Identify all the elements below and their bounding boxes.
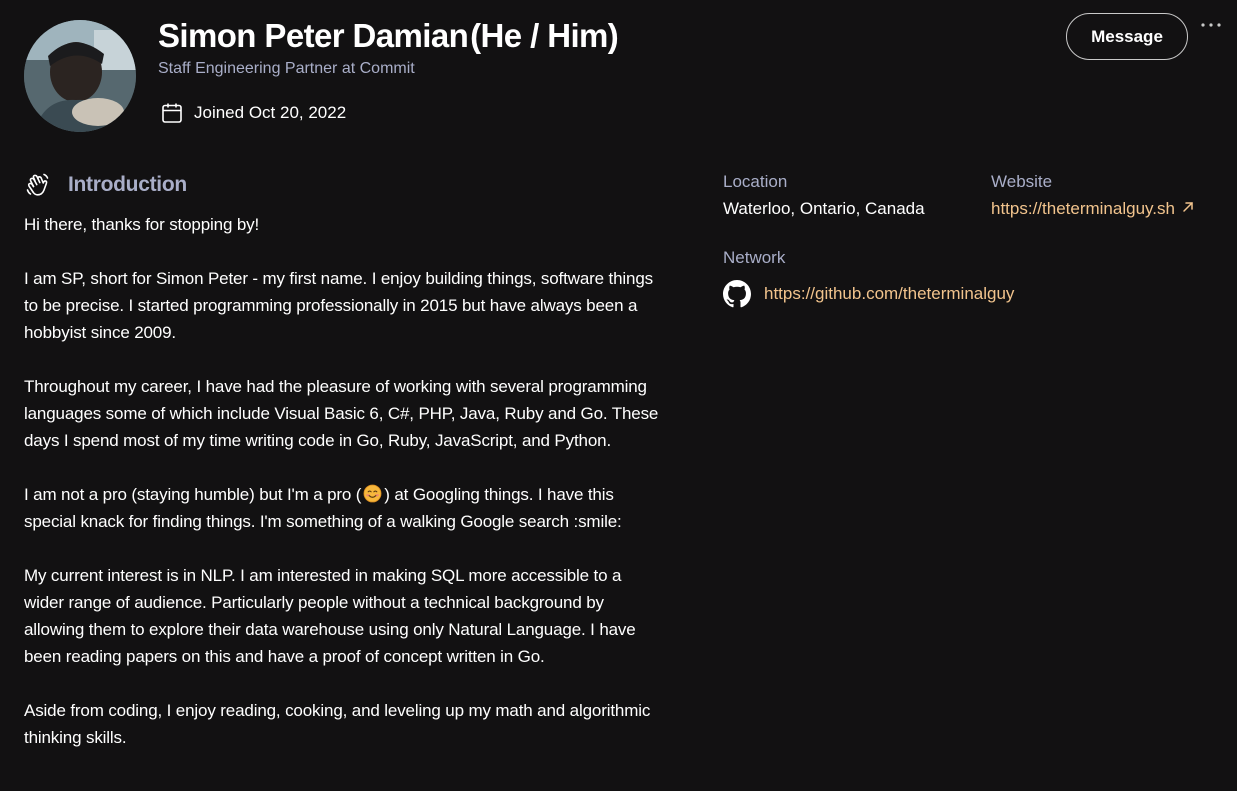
intro-paragraph: My current interest is in NLP. I am inte… <box>24 566 636 666</box>
introduction-title: Introduction <box>68 173 187 196</box>
waving-hand-icon <box>24 171 52 199</box>
more-options-icon[interactable] <box>1200 14 1222 36</box>
intro-paragraph: I am not a pro (staying humble) but I'm … <box>24 481 664 535</box>
profile-headline: Staff Engineering Partner at Commit <box>158 60 415 77</box>
github-link[interactable]: https://github.com/theterminalguy <box>764 284 1014 304</box>
intro-paragraph: Hi there, thanks for stopping by! <box>24 215 260 234</box>
intro-paragraph: I am SP, short for Simon Peter - my firs… <box>24 269 653 342</box>
network-label: Network <box>723 248 786 267</box>
location-value: Waterloo, Ontario, Canada <box>723 199 925 218</box>
profile-name: Simon Peter Damian(He / Him) <box>158 14 619 58</box>
profile-name-text: Simon Peter Damian <box>158 17 469 54</box>
github-icon[interactable] <box>723 280 751 308</box>
website-field: https://theterminalguy.sh <box>991 198 1195 220</box>
intro-paragraph: Throughout my career, I have had the ple… <box>24 377 659 450</box>
avatar <box>24 20 136 132</box>
network-item: https://github.com/theterminalguy <box>723 280 1014 308</box>
introduction-heading: Introduction <box>24 170 187 200</box>
website-label: Website <box>991 172 1053 191</box>
profile-pronouns: (He / Him) <box>470 17 619 54</box>
calendar-icon <box>160 101 184 125</box>
message-button[interactable]: Message <box>1066 13 1188 60</box>
location-label: Location <box>723 172 788 191</box>
smiling-face-emoji <box>363 484 382 503</box>
joined-date-text: Joined Oct 20, 2022 <box>194 103 347 122</box>
intro-paragraph: Aside from coding, I enjoy reading, cook… <box>24 701 651 747</box>
website-link[interactable]: https://theterminalguy.sh <box>991 199 1175 218</box>
profile-photo <box>24 20 136 132</box>
joined-date: Joined Oct 20, 2022 <box>160 101 346 125</box>
introduction-body: Hi there, thanks for stopping by! I am S… <box>24 211 664 778</box>
intro-paragraph-text: I am not a pro (staying humble) but I'm … <box>24 485 362 504</box>
external-link-arrow-icon[interactable] <box>1181 198 1195 212</box>
